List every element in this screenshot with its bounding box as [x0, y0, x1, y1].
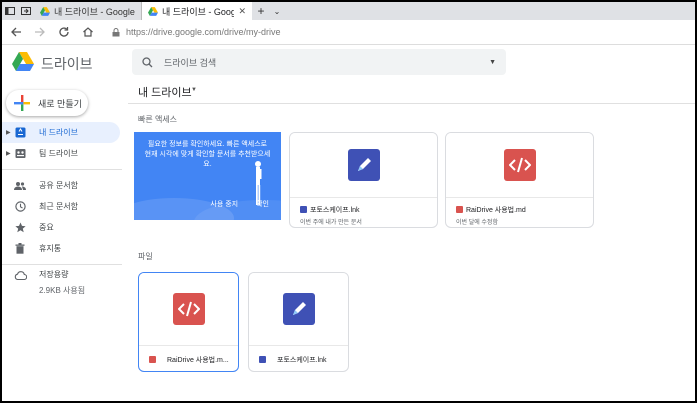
file-card[interactable]: 포토스케이프.lnk — [248, 272, 349, 372]
file-name: 포토스케이프.lnk — [277, 357, 327, 364]
sidebar-item-shared[interactable]: 공유 문서함 — [2, 175, 122, 196]
window-menu-icon[interactable] — [2, 3, 18, 19]
file-card[interactable]: RaiDrive 사용법.m... — [138, 272, 239, 372]
file-thumbnail — [249, 273, 348, 345]
photoscape-icon — [300, 206, 307, 213]
storage-used: 2.9KB 사용됨 — [39, 286, 86, 295]
chevron-down-icon[interactable]: ⌄ — [270, 7, 284, 16]
quick-access-card[interactable]: 포토스케이프.lnk 이번 주에 내가 만든 문서 — [289, 132, 438, 228]
sidebar-item-team-drive[interactable]: ▶ 팀 드라이브 — [2, 143, 122, 164]
sidebar-item-label: 내 드라이브 — [39, 128, 79, 137]
sidebar-item-recent[interactable]: 최근 문서함 — [2, 196, 122, 217]
drive-favicon-icon — [40, 6, 50, 16]
quick-access-title: 빠른 액세스 — [138, 115, 178, 124]
screen: 내 드라이브 - Google 드라이 내 드라이브 - Google 5 ✕ … — [0, 0, 697, 403]
file-thumbnail — [446, 133, 593, 197]
plus-icon — [14, 95, 30, 111]
photoscape-icon — [259, 356, 266, 363]
star-icon — [14, 222, 26, 234]
breadcrumb-dropdown-icon[interactable]: ▼ — [191, 87, 197, 93]
browser-toolbar: https://drive.google.com/drive/my-drive — [2, 20, 695, 45]
tab-title: 내 드라이브 - Google 5 — [162, 6, 234, 17]
sidebar-item-label: 공유 문서함 — [39, 181, 79, 190]
my-drive-icon — [14, 127, 26, 139]
header-divider — [128, 103, 695, 104]
file-name: 포토스케이프.lnk — [310, 207, 360, 214]
file-meta: RaiDrive 사용법.md 이번 달에 수정함 — [446, 197, 593, 227]
quick-access-promo: 필요한 정보를 확인하세요. 빠른 액세스로 현재 시각에 맞게 확인할 문서를… — [134, 132, 281, 220]
search-input[interactable]: 드라이브 검색 — [164, 56, 489, 69]
close-tab-icon[interactable]: ✕ — [238, 6, 246, 17]
drive-favicon-icon — [148, 6, 158, 16]
file-subtitle: 이번 주에 내가 만든 문서 — [300, 220, 362, 226]
browser-tab-bar: 내 드라이브 - Google 드라이 내 드라이브 - Google 5 ✕ … — [2, 2, 695, 20]
browser-tab-2[interactable]: 내 드라이브 - Google 5 ✕ — [142, 2, 252, 20]
search-icon[interactable] — [140, 55, 154, 69]
sidebar-divider — [2, 264, 122, 265]
new-button-label: 새로 만들기 — [38, 98, 82, 109]
files-title: 파일 — [138, 252, 153, 261]
sidebar-divider — [2, 169, 122, 170]
sidebar-item-starred[interactable]: 중요 — [2, 217, 122, 238]
sidebar-item-label: 팀 드라이브 — [39, 149, 79, 158]
file-thumbnail — [139, 273, 238, 345]
sidebar-item-label: 중요 — [39, 223, 54, 232]
sidebar-item-my-drive[interactable]: ▶ 내 드라이브 — [2, 122, 120, 143]
sidebar-item-trash[interactable]: 휴지통 — [2, 238, 122, 259]
tab-title: 내 드라이브 - Google 드라이 — [54, 6, 135, 17]
file-meta: 포토스케이프.lnk — [249, 345, 348, 371]
team-drive-icon — [14, 148, 26, 160]
code-file-icon — [149, 356, 156, 363]
app-title: 드라이브 — [41, 56, 93, 72]
back-button[interactable] — [6, 22, 26, 42]
promo-confirm-button[interactable]: 확인 — [256, 200, 269, 210]
cloud-icon — [14, 268, 28, 281]
file-meta: RaiDrive 사용법.m... — [139, 345, 238, 371]
refresh-button[interactable] — [54, 22, 74, 42]
code-file-icon — [503, 149, 536, 181]
sidebar-nav: ▶ 내 드라이브 ▶ 팀 드라이브 공유 문서함 최근 문서함 중요 휴지통 — [2, 122, 122, 270]
trash-icon — [14, 243, 26, 255]
storage-label[interactable]: 저장용량 — [39, 269, 68, 280]
url-text: https://drive.google.com/drive/my-drive — [126, 27, 281, 37]
expand-caret-icon[interactable]: ▶ — [6, 150, 11, 157]
browser-tab-1[interactable]: 내 드라이브 - Google 드라이 — [34, 2, 142, 20]
promo-text: 필요한 정보를 확인하세요. 빠른 액세스로 현재 시각에 맞게 확인할 문서를… — [144, 141, 271, 168]
code-file-icon — [172, 293, 205, 325]
breadcrumb[interactable]: 내 드라이브 — [138, 84, 192, 100]
promo-dismiss-button[interactable]: 사용 중지 — [210, 200, 238, 210]
sidebar-item-label: 최근 문서함 — [39, 202, 79, 211]
clock-icon — [14, 201, 26, 213]
search-options-icon[interactable]: ▼ — [489, 59, 496, 66]
tab-actions-icon[interactable] — [18, 3, 34, 19]
sidebar-item-label: 휴지통 — [39, 244, 62, 253]
home-button[interactable] — [78, 22, 98, 42]
file-subtitle: 이번 달에 수정함 — [456, 220, 498, 226]
file-name: RaiDrive 사용법.m... — [167, 357, 229, 364]
quick-access-card[interactable]: RaiDrive 사용법.md 이번 달에 수정함 — [445, 132, 594, 228]
forward-button[interactable] — [30, 22, 50, 42]
search-bar[interactable]: 드라이브 검색 ▼ — [132, 49, 506, 75]
lock-icon — [112, 27, 120, 37]
drive-logo-icon[interactable] — [12, 52, 34, 71]
file-meta: 포토스케이프.lnk 이번 주에 내가 만든 문서 — [290, 197, 437, 227]
photoscape-icon — [347, 149, 380, 181]
file-thumbnail — [290, 133, 437, 197]
new-button[interactable]: 새로 만들기 — [6, 90, 88, 116]
address-bar[interactable]: https://drive.google.com/drive/my-drive — [112, 22, 689, 42]
people-icon — [14, 180, 26, 192]
file-name: RaiDrive 사용법.md — [466, 207, 526, 214]
new-tab-button[interactable]: + — [252, 4, 270, 18]
photoscape-icon — [282, 293, 315, 325]
code-file-icon — [456, 206, 463, 213]
expand-caret-icon[interactable]: ▶ — [6, 129, 11, 136]
